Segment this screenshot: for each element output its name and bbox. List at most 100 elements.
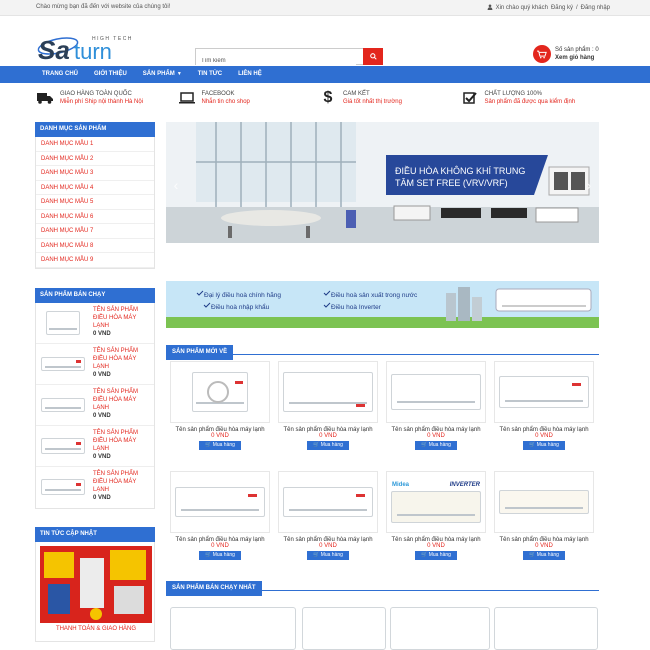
category-item[interactable]: DANH MỤC MẪU 6 <box>36 210 154 224</box>
product-name[interactable]: TÊN SẢN PHẨM ĐIỀU HÒA MÁY LẠNH <box>93 388 151 412</box>
buy-button[interactable]: 🛒 Mua hàng <box>415 551 457 560</box>
category-item[interactable]: DANH MỤC MẪU 7 <box>36 224 154 239</box>
product-image[interactable] <box>170 471 270 533</box>
product-card[interactable]: Midea INVERTER Tên sản phẩm điều hòa máy… <box>386 471 486 570</box>
view-cart-link[interactable]: Xem giỏ hàng <box>555 55 594 61</box>
product-name[interactable]: TÊN SẢN PHẨM ĐIỀU HÒA MÁY LẠNH <box>93 429 151 453</box>
category-item[interactable]: DANH MỤC MẪU 9 <box>36 253 154 268</box>
product-price: 0 VND <box>211 543 229 549</box>
nav-news[interactable]: TIN TỨC <box>190 66 230 82</box>
checkbox-icon <box>461 90 479 106</box>
product-card[interactable]: Tên sản phẩm điều hòa máy lạnh 0 VND 🛒 M… <box>278 471 378 570</box>
product-name[interactable]: TÊN SẢN PHẨM ĐIỀU HÒA MÁY LẠNH <box>93 470 151 494</box>
feature-sub: Miễn phí Ship nội thành Hà Nội <box>60 99 144 105</box>
buy-button[interactable]: 🛒 Mua hàng <box>523 441 565 450</box>
cart-icon: 🛒 <box>313 442 320 448</box>
news-image[interactable] <box>40 546 152 623</box>
product-price: 0 VND <box>319 433 337 439</box>
top-bar: Chào mừng bạn đã đến với website của chú… <box>0 0 650 16</box>
product-thumbnail[interactable] <box>39 470 87 504</box>
category-item[interactable]: DANH MỤC MẪU 4 <box>36 181 154 195</box>
product-image[interactable] <box>170 361 270 423</box>
product-thumbnail[interactable] <box>39 347 87 381</box>
product-price: 0 VND <box>93 413 111 419</box>
saturn-logo[interactable]: Sa turn HIGH TECH <box>36 22 146 66</box>
svg-text:turn: turn <box>74 39 112 64</box>
product-thumbnail[interactable] <box>39 429 87 463</box>
news-title: TIN TỨC CẬP NHẬT <box>35 527 155 542</box>
product-card[interactable]: Tên sản phẩm điều hòa máy lạnh 0 VND 🛒 M… <box>278 361 378 460</box>
nav-home[interactable]: TRANG CHỦ <box>34 66 86 82</box>
slider-prev-icon[interactable]: ‹ <box>170 178 182 192</box>
news-caption[interactable]: THANH TOÁN & GIAO HÀNG <box>36 626 156 632</box>
category-item[interactable]: DANH MỤC MẪU 8 <box>36 239 154 253</box>
product-image[interactable] <box>386 361 486 423</box>
user-icon <box>487 4 493 12</box>
product-image[interactable]: Midea INVERTER <box>386 471 486 533</box>
best-sellers-title[interactable]: SẢN PHẨM BÁN CHẠY NHẤT <box>166 581 262 596</box>
bestseller-item[interactable]: TÊN SẢN PHẨM ĐIỀU HÒA MÁY LẠNH 0 VND <box>36 426 154 467</box>
news-panel: TIN TỨC CẬP NHẬT THANH TOÁN & GIAO HÀNG <box>35 527 155 642</box>
product-image[interactable] <box>494 471 594 533</box>
category-item[interactable]: DANH MỤC MẪU 2 <box>36 152 154 166</box>
category-item[interactable]: DANH MỤC MẪU 1 <box>36 137 154 152</box>
caret-down-icon: ▼ <box>176 71 182 77</box>
bestseller-product-image[interactable] <box>302 607 386 650</box>
bestseller-item[interactable]: TÊN SẢN PHẨM ĐIỀU HÒA MÁY LẠNH 0 VND <box>36 303 154 344</box>
dollar-icon: $ <box>323 89 333 106</box>
svg-text:HIGH TECH: HIGH TECH <box>92 36 133 42</box>
welcome-text: Chào mừng bạn đã đến với website của chú… <box>36 4 171 10</box>
buy-button[interactable]: 🛒 Mua hàng <box>415 441 457 450</box>
new-products-title[interactable]: SẢN PHẨM MỚI VỀ <box>166 345 234 360</box>
laptop-icon <box>178 90 196 106</box>
product-card[interactable]: Tên sản phẩm điều hòa máy lạnh 0 VND 🛒 M… <box>170 471 270 570</box>
product-price: 0 VND <box>93 372 111 378</box>
nav-contact[interactable]: LIÊN HỆ <box>230 66 270 82</box>
bestseller-product-image[interactable] <box>494 607 598 650</box>
hero-slider[interactable]: ĐIỀU HÒA KHÔNG KHÍ TRUNG TÂM SET FREE (V… <box>166 122 599 243</box>
product-name[interactable]: TÊN SẢN PHẨM ĐIỀU HÒA MÁY LẠNH <box>93 347 151 371</box>
feature-title: FACEBOOK <box>201 91 235 97</box>
product-image[interactable] <box>278 471 378 533</box>
product-image[interactable] <box>494 361 594 423</box>
slider-next-icon[interactable]: › <box>583 178 595 192</box>
login-link[interactable]: Đăng nhập <box>581 5 610 11</box>
product-card[interactable]: Tên sản phẩm điều hòa máy lạnh 0 VND 🛒 M… <box>494 361 594 460</box>
bestseller-product-image[interactable] <box>170 607 296 650</box>
product-card[interactable]: Tên sản phẩm điều hòa máy lạnh 0 VND 🛒 M… <box>170 361 270 460</box>
account-links: Xin chào quý khách Đăng ký / Đăng nhập <box>487 4 610 12</box>
nav-products[interactable]: SẢN PHẨM ▼ <box>135 66 190 82</box>
product-thumbnail[interactable] <box>39 388 87 422</box>
buy-button[interactable]: 🛒 Mua hàng <box>199 441 241 450</box>
product-name[interactable]: TÊN SẢN PHẨM ĐIỀU HÒA MÁY LẠNH <box>93 306 151 330</box>
bestseller-item[interactable]: TÊN SẢN PHẨM ĐIỀU HÒA MÁY LẠNH 0 VND <box>36 344 154 385</box>
slider-caption-line2: TÂM SET FREE (VRV/VRF) <box>395 178 508 188</box>
category-item[interactable]: DANH MỤC MẪU 5 <box>36 195 154 210</box>
product-image[interactable] <box>278 361 378 423</box>
buy-button[interactable]: 🛒 Mua hàng <box>523 551 565 560</box>
promo-banner[interactable]: Đại lý điều hoà chính hãng Điều hoà sản … <box>166 281 599 328</box>
buy-button[interactable]: 🛒 Mua hàng <box>199 551 241 560</box>
product-card[interactable]: Tên sản phẩm điều hòa máy lạnh 0 VND 🛒 M… <box>386 361 486 460</box>
feature-sub: Nhắn tin cho shop <box>201 99 250 105</box>
cart-count: Số sản phẩm : 0 <box>555 47 599 53</box>
separator: / <box>575 5 578 11</box>
buy-button[interactable]: 🛒 Mua hàng <box>307 441 349 450</box>
bestseller-panel: SẢN PHẨM BÁN CHẠY TÊN SẢN PHẨM ĐIỀU HÒA … <box>35 288 155 509</box>
cart-icon: 🛒 <box>313 552 320 558</box>
bestseller-product-image[interactable] <box>390 607 490 650</box>
promo-item: Điều hoà nhập khẩu <box>211 302 270 311</box>
cart[interactable]: Số sản phẩm : 0 Xem giỏ hàng <box>533 45 599 63</box>
category-title: DANH MỤC SẢN PHẨM <box>35 122 155 137</box>
product-thumbnail[interactable] <box>39 306 87 340</box>
category-item[interactable]: DANH MỤC MẪU 3 <box>36 166 154 181</box>
svg-text:Sa: Sa <box>38 35 70 65</box>
bestseller-item[interactable]: TÊN SẢN PHẨM ĐIỀU HÒA MÁY LẠNH 0 VND <box>36 467 154 508</box>
midea-brand: Midea <box>392 481 410 488</box>
bestseller-item[interactable]: TÊN SẢN PHẨM ĐIỀU HÒA MÁY LẠNH 0 VND <box>36 385 154 426</box>
product-card[interactable]: Tên sản phẩm điều hòa máy lạnh 0 VND 🛒 M… <box>494 471 594 570</box>
search-button[interactable] <box>363 48 383 65</box>
register-link[interactable]: Đăng ký <box>551 5 573 11</box>
nav-about[interactable]: GIỚI THIỆU <box>86 66 135 82</box>
buy-button[interactable]: 🛒 Mua hàng <box>307 551 349 560</box>
